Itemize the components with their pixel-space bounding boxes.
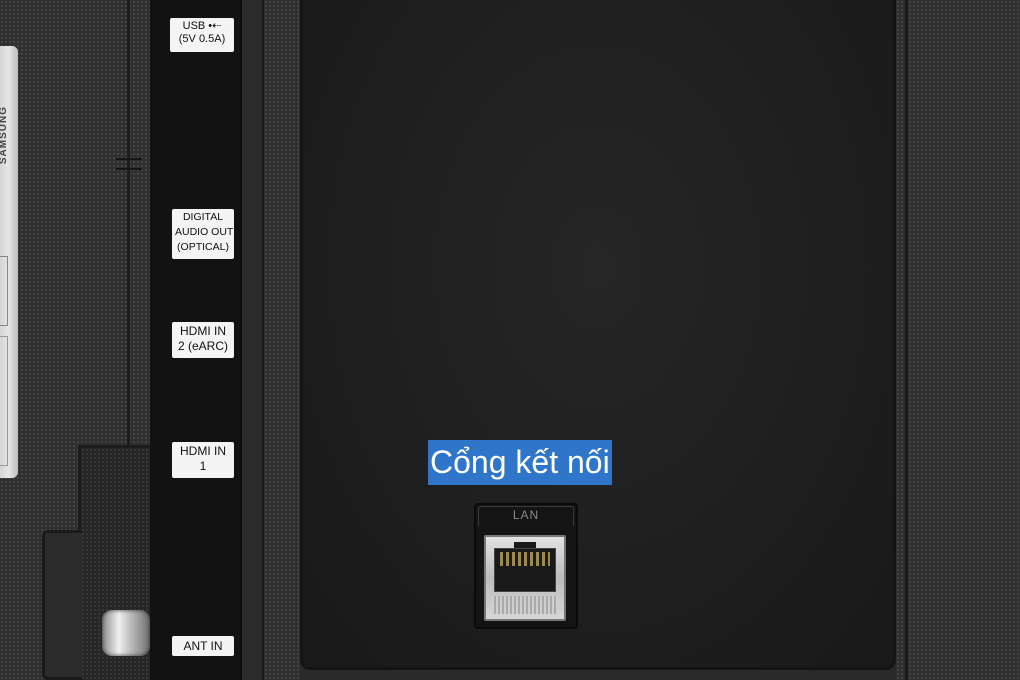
tv-back-panel-photo: SAMSUNG USB •⇠ (5V 0.5A) DIGITAL AUDIO O… [0,0,1020,680]
textured-casing-center [264,0,300,680]
rating-sticker: SAMSUNG [0,46,18,478]
antenna-connector [102,610,150,656]
main-recessed-panel [300,0,896,670]
hdmi1-label-line-2: 1 [199,459,207,473]
left-panel-bump [42,530,82,680]
sticker-panel [0,336,8,466]
sticker-symbol [0,256,8,326]
optical-port-label: DIGITAL AUDIO OUT (OPTICAL) [172,209,234,259]
optical-label-line-2: AUDIO OUT [175,226,234,238]
usb-label-line-1: USB •⇠ [182,20,222,32]
lan-pins [500,552,550,566]
casing-edge [905,0,908,680]
usb-port-label: USB •⇠ (5V 0.5A) [170,18,234,52]
lan-jack-vent [492,596,558,614]
optical-label-line-3: (OPTICAL) [177,241,229,253]
caption-label: Cổng kết nối [428,440,612,485]
hdmi1-label-line-1: HDMI IN [180,444,226,458]
panel-notch [116,158,142,170]
hdmi2-port-label: HDMI IN 2 (eARC) [172,322,234,358]
hdmi2-label-line-1: HDMI IN [180,324,226,338]
port-strip-edge [240,0,264,680]
usb-label-line-2: (5V 0.5A) [178,33,226,45]
lan-port-label: LAN [512,508,540,522]
optical-label-line-1: DIGITAL [182,211,224,223]
hdmi1-port-label: HDMI IN 1 [172,442,234,478]
textured-casing-right [896,0,1020,680]
sticker-brand-text: SAMSUNG [0,106,9,165]
antenna-port-label: ANT IN [172,636,234,656]
hdmi2-label-line-2: 2 (eARC) [177,339,228,353]
left-panel-frame [18,0,130,445]
